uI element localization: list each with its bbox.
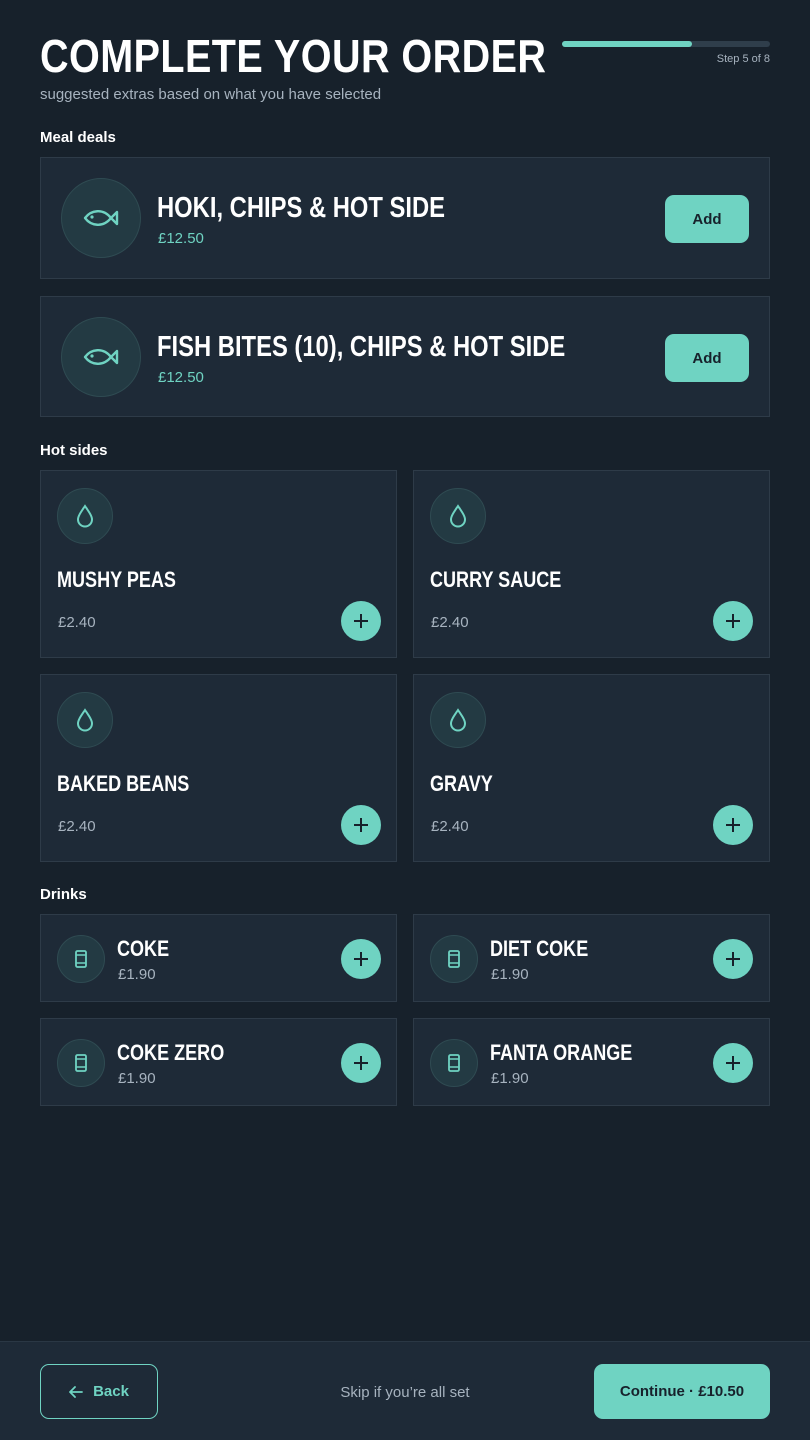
- add-button[interactable]: Add: [665, 195, 749, 243]
- hot-side-title: CURRY SAUCE: [430, 567, 562, 592]
- step-label: Step 5 of 8: [716, 53, 770, 65]
- can-icon: [57, 1039, 105, 1087]
- plus-icon: [354, 1056, 368, 1070]
- add-plus-button[interactable]: [713, 1043, 753, 1083]
- add-plus-button[interactable]: [713, 939, 753, 979]
- meal-deal-title: HOKI, CHIPS & HOT SIDE: [157, 192, 446, 224]
- fish-icon: [61, 317, 141, 397]
- can-icon: [430, 1039, 478, 1087]
- continue-button[interactable]: Continue · £10.50: [594, 1364, 770, 1419]
- drink-card: COKE ZERO £1.90: [40, 1018, 397, 1106]
- add-plus-button[interactable]: [713, 805, 753, 845]
- drink-title: COKE ZERO: [117, 1040, 225, 1065]
- drop-icon: [57, 692, 113, 748]
- arrow-left-icon: [69, 1385, 83, 1398]
- add-plus-button[interactable]: [341, 939, 381, 979]
- hot-side-title: MUSHY PEAS: [57, 567, 176, 592]
- drink-card: FANTA ORANGE £1.90: [413, 1018, 770, 1106]
- footer-bar: Skip if you’re all set Back Continue · £…: [0, 1341, 810, 1440]
- add-plus-button[interactable]: [713, 601, 753, 641]
- section-label-hot-sides: Hot sides: [40, 442, 108, 459]
- meal-deal-title: FISH BITES (10), CHIPS & HOT SIDE: [157, 331, 566, 363]
- drink-price: £1.90: [491, 1070, 529, 1087]
- drink-price: £1.90: [491, 966, 529, 983]
- can-icon: [57, 935, 105, 983]
- meal-deal-card: FISH BITES (10), CHIPS & HOT SIDE £12.50…: [40, 296, 770, 417]
- hot-side-price: £2.40: [58, 614, 96, 631]
- drink-price: £1.90: [118, 966, 156, 983]
- drink-card: DIET COKE £1.90: [413, 914, 770, 1002]
- section-label-meal-deals: Meal deals: [40, 129, 116, 146]
- plus-icon: [354, 818, 368, 832]
- plus-icon: [354, 614, 368, 628]
- add-button[interactable]: Add: [665, 334, 749, 382]
- drink-title: COKE: [117, 936, 170, 961]
- hot-side-title: GRAVY: [430, 771, 493, 796]
- hot-side-card: GRAVY £2.40: [413, 674, 770, 862]
- hot-side-card: CURRY SAUCE £2.40: [413, 470, 770, 658]
- back-button-label: Back: [93, 1383, 129, 1400]
- drink-title: FANTA ORANGE: [490, 1040, 633, 1065]
- drop-icon: [430, 692, 486, 748]
- can-icon: [430, 935, 478, 983]
- fish-icon: [61, 178, 141, 258]
- hot-side-card: BAKED BEANS £2.40: [40, 674, 397, 862]
- plus-icon: [726, 952, 740, 966]
- progress-fill: [562, 41, 692, 47]
- page-title: COMPLETE YOUR ORDER: [40, 30, 547, 82]
- plus-icon: [726, 614, 740, 628]
- hot-side-price: £2.40: [431, 614, 469, 631]
- drink-price: £1.90: [118, 1070, 156, 1087]
- section-label-drinks: Drinks: [40, 886, 87, 903]
- drop-icon: [57, 488, 113, 544]
- meal-deal-card: HOKI, CHIPS & HOT SIDE £12.50 Add: [40, 157, 770, 279]
- progress-bar: [562, 41, 770, 47]
- hot-side-price: £2.40: [58, 818, 96, 835]
- plus-icon: [726, 1056, 740, 1070]
- drink-title: DIET COKE: [490, 936, 589, 961]
- drink-card: COKE £1.90: [40, 914, 397, 1002]
- drop-icon: [430, 488, 486, 544]
- hot-side-price: £2.40: [431, 818, 469, 835]
- add-plus-button[interactable]: [341, 1043, 381, 1083]
- add-plus-button[interactable]: [341, 805, 381, 845]
- page-subtitle: suggested extras based on what you have …: [40, 86, 382, 103]
- back-button[interactable]: Back: [40, 1364, 158, 1419]
- add-plus-button[interactable]: [341, 601, 381, 641]
- hot-side-card: MUSHY PEAS £2.40: [40, 470, 397, 658]
- hot-side-title: BAKED BEANS: [57, 771, 190, 796]
- plus-icon: [354, 952, 368, 966]
- meal-deal-price: £12.50: [158, 369, 204, 386]
- plus-icon: [726, 818, 740, 832]
- meal-deal-price: £12.50: [158, 230, 204, 247]
